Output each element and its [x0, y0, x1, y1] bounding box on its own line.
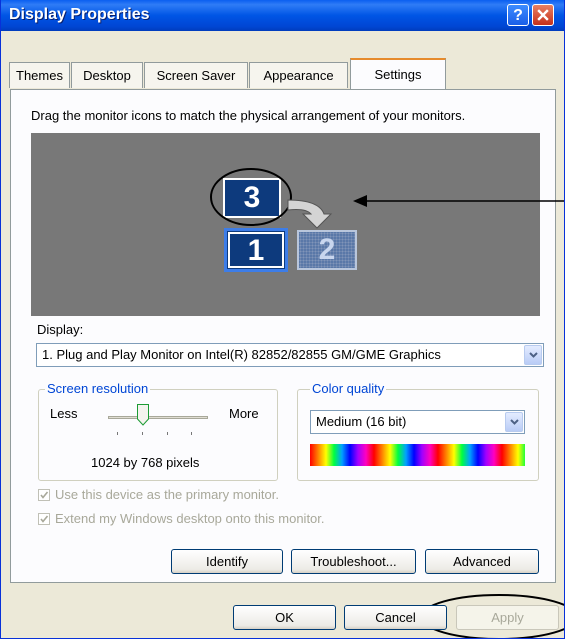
extend-desktop-label: Extend my Windows desktop onto this moni…	[55, 511, 325, 526]
color-quality-label: Color quality	[310, 381, 387, 396]
apply-button[interactable]: Apply	[456, 605, 559, 630]
resolution-slider-thumb[interactable]	[137, 404, 149, 426]
cancel-button[interactable]: Cancel	[344, 605, 447, 630]
display-label: Display:	[37, 322, 84, 337]
resolution-slider-track[interactable]	[108, 416, 208, 419]
monitor-3-callout-ellipse	[210, 168, 292, 226]
checkmark-icon	[40, 515, 49, 523]
resolution-less-label: Less	[50, 406, 78, 421]
troubleshoot-button[interactable]: Troubleshoot...	[291, 549, 416, 574]
color-quality-group	[297, 389, 539, 481]
screen-resolution-label: Screen resolution	[45, 381, 151, 396]
curved-arrow-icon	[287, 199, 333, 229]
ok-button[interactable]: OK	[233, 605, 336, 630]
slider-tick	[117, 432, 118, 435]
pointer-arrowhead-icon	[353, 195, 367, 207]
chevron-down-icon	[528, 352, 538, 358]
advanced-button[interactable]: Advanced	[425, 549, 539, 574]
slider-tick	[167, 432, 168, 435]
tab-settings[interactable]: Settings	[350, 58, 446, 89]
color-quality-dropdown-button[interactable]	[505, 412, 523, 432]
extend-desktop-checkbox[interactable]	[38, 513, 50, 525]
display-select-value: 1. Plug and Play Monitor on Intel(R) 828…	[42, 347, 441, 362]
slider-tick	[142, 432, 143, 435]
color-spectrum-bar	[310, 444, 525, 466]
identify-button[interactable]: Identify	[171, 549, 283, 574]
chevron-down-icon	[509, 419, 519, 425]
primary-monitor-label: Use this device as the primary monitor.	[55, 487, 279, 502]
color-quality-value: Medium (16 bit)	[316, 414, 407, 429]
display-select[interactable]: 1. Plug and Play Monitor on Intel(R) 828…	[36, 343, 544, 367]
annotation-overlay	[210, 168, 564, 638]
display-dropdown-button[interactable]	[524, 345, 542, 365]
resolution-more-label: More	[229, 406, 259, 421]
resolution-value-text: 1024 by 768 pixels	[91, 455, 200, 470]
primary-monitor-checkbox[interactable]	[38, 489, 50, 501]
display-properties-window: Display Properties ? Themes Desktop Scre…	[0, 0, 565, 639]
checkmark-icon	[40, 491, 49, 499]
slider-tick	[191, 432, 192, 435]
color-quality-select[interactable]: Medium (16 bit)	[310, 410, 525, 434]
